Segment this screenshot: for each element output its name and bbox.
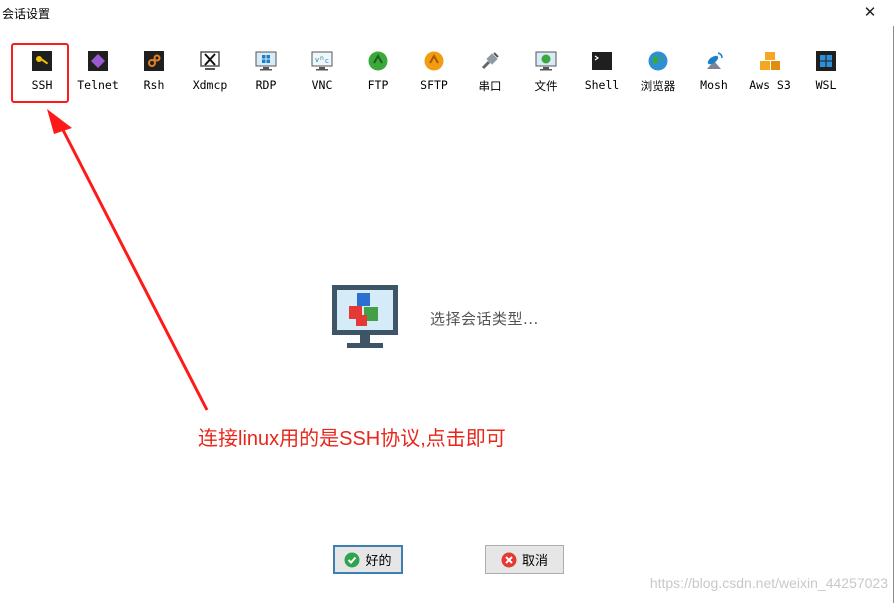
tool-telnet[interactable]: Telnet: [70, 50, 126, 98]
svg-text:n: n: [320, 55, 324, 62]
tool-label: Rsh: [143, 78, 165, 92]
cancel-label: 取消: [521, 554, 548, 569]
tool-serial[interactable]: 串口: [462, 50, 518, 98]
shell-icon: [592, 52, 612, 70]
svg-text:c: c: [325, 57, 329, 65]
check-icon: [344, 552, 360, 567]
tool-label: Telnet: [77, 78, 119, 92]
tool-label: 浏览器: [640, 79, 676, 93]
serial-icon: [481, 52, 499, 70]
svg-text:v: v: [315, 56, 319, 64]
ok-label: 好的: [365, 554, 392, 569]
tool-label: 串口: [478, 79, 502, 93]
tool-label: RDP: [255, 78, 277, 92]
title-bar: 会话设置 ✕: [0, 0, 896, 26]
tool-rsh[interactable]: Rsh: [126, 50, 182, 98]
session-type-prompt: 选择会话类型...: [430, 310, 539, 328]
watermark: https://blog.csdn.net/weixin_44257023: [649, 575, 888, 591]
window-border: [893, 26, 894, 603]
vnc-icon: v n c: [311, 51, 333, 71]
annotation-text: 连接linux用的是SSH协议,点击即可: [198, 428, 506, 450]
tool-label: Mosh: [700, 78, 728, 92]
tool-label: Xdmcp: [192, 78, 228, 92]
tool-sftp[interactable]: SFTP: [406, 50, 462, 98]
window-title: 会话设置: [2, 7, 51, 21]
close-icon[interactable]: ✕: [862, 4, 878, 20]
session-type-toolbar: SSH Telnet Rsh Xdmcp RDP v n c VNC FTP S…: [14, 50, 864, 100]
sftp-icon: [424, 51, 444, 71]
ok-button[interactable]: 好的: [333, 545, 403, 574]
mosh-icon: [707, 52, 723, 69]
cancel-button[interactable]: 取消: [485, 545, 564, 574]
tool-aws-s3[interactable]: Aws S3: [742, 50, 798, 98]
tool-rdp[interactable]: RDP: [238, 50, 294, 98]
tool-vnc[interactable]: v n c VNC: [294, 50, 350, 98]
monitor-cubes-icon: [332, 285, 398, 348]
tool-label: FTP: [367, 78, 389, 92]
tool-label: VNC: [311, 78, 333, 92]
tool-label: 文件: [534, 79, 558, 93]
rdp-icon: [255, 51, 277, 71]
cancel-icon: [501, 552, 517, 567]
tool-xdmcp[interactable]: Xdmcp: [182, 50, 238, 98]
wsl-icon: [816, 51, 836, 71]
tool-shell[interactable]: Shell: [574, 50, 630, 98]
xdmcp-icon: [200, 51, 220, 70]
tool-label: WSL: [815, 78, 837, 92]
browser-icon: [648, 51, 668, 71]
telnet-icon: [88, 51, 108, 71]
tool-label: Shell: [584, 78, 620, 92]
ftp-icon: [368, 51, 388, 71]
ssh-highlight-box: [11, 43, 69, 103]
tool-label: Aws S3: [749, 78, 791, 92]
aws-s3-icon: [760, 52, 780, 70]
tool-wsl[interactable]: WSL: [798, 50, 854, 98]
tool-mosh[interactable]: Mosh: [686, 50, 742, 98]
tool-label: SFTP: [420, 78, 448, 92]
tool-ftp[interactable]: FTP: [350, 50, 406, 98]
file-icon: [535, 51, 557, 71]
tool-browser[interactable]: 浏览器: [630, 50, 686, 98]
tool-file[interactable]: 文件: [518, 50, 574, 98]
rsh-icon: [144, 51, 164, 71]
